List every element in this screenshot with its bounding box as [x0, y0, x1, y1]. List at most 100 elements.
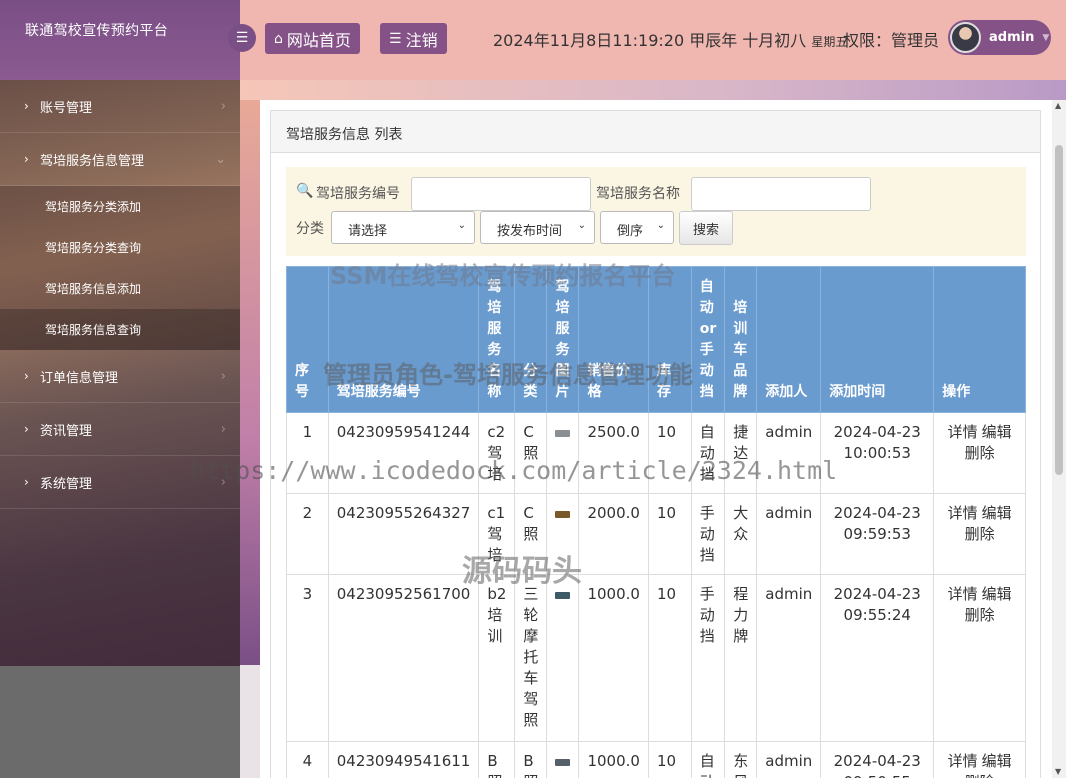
- sidebar-subitem-category-add[interactable]: 驾培服务分类添加: [0, 186, 240, 227]
- cell-code: 04230959541244: [327, 412, 480, 494]
- edit-link[interactable]: 编辑: [982, 752, 1012, 770]
- chevron-right-icon: ›: [220, 368, 226, 384]
- added-time: 09:59:53: [843, 525, 911, 543]
- col-header[interactable]: 培训车品牌: [724, 266, 758, 413]
- cell-name: c2驾培: [478, 412, 516, 494]
- sidebar-item-news[interactable]: › 资讯管理 ›: [0, 403, 240, 456]
- cell-added-time: 2024-04-23 09:55:24: [820, 574, 935, 742]
- service-thumbnail[interactable]: [555, 592, 571, 599]
- chevron-down-icon: ⌄: [457, 220, 466, 231]
- cell-name: B照: [478, 741, 516, 778]
- sidebar-item-system[interactable]: › 系统管理 ›: [0, 456, 240, 509]
- chevron-right-icon: ›: [24, 152, 29, 166]
- sidebar-menu: › 账号管理 › › 驾培服务信息管理 ⌄ 驾培服务分类添加 驾培服务分类查询 …: [0, 80, 240, 509]
- delete-link[interactable]: 删除: [965, 444, 995, 462]
- sidebar-item-account[interactable]: › 账号管理 ›: [0, 80, 240, 133]
- sidebar-item-label: 账号管理: [40, 100, 93, 116]
- scroll-up-icon[interactable]: ▲: [1055, 101, 1061, 110]
- code-label: 驾培服务编号: [316, 186, 400, 202]
- chevron-right-icon: ›: [24, 99, 29, 113]
- cell-brand: 东风: [724, 741, 758, 778]
- cell-image: [546, 412, 580, 494]
- cell-gear: 手动挡: [690, 493, 726, 575]
- datetime-display: 2024年11月8日11:19:20 甲辰年 十月初八 星期五: [493, 27, 847, 51]
- detail-link[interactable]: 详情: [948, 585, 978, 603]
- detail-link[interactable]: 详情: [948, 423, 978, 441]
- caret-down-icon: ▼: [1042, 32, 1050, 43]
- cell-gear: 手动挡: [690, 574, 726, 742]
- cell-added-by: admin: [756, 741, 822, 778]
- service-thumbnail[interactable]: [555, 759, 571, 766]
- top-header: ☰ ⌂ 网站首页 ☰ 注销 2024年11月8日11:19:20 甲辰年 十月初…: [228, 0, 1066, 80]
- cell-brand: 大众: [724, 493, 758, 575]
- cell-actions: 详情编辑删除: [933, 493, 1026, 575]
- delete-link[interactable]: 删除: [965, 606, 995, 624]
- cell-added-time: 2024-04-23 09:59:53: [820, 493, 935, 575]
- home-button[interactable]: ⌂ 网站首页: [265, 23, 360, 54]
- logout-button[interactable]: ☰ 注销: [380, 23, 447, 54]
- sidebar-item-training-service[interactable]: › 驾培服务信息管理 ⌄: [0, 133, 240, 186]
- cell-code: 04230955264327: [327, 493, 480, 575]
- cell-added-by: admin: [756, 574, 822, 742]
- sidebar-subitem-category-query[interactable]: 驾培服务分类查询: [0, 227, 240, 268]
- scrollbar-thumb[interactable]: [1055, 145, 1063, 475]
- cell-image: [546, 574, 580, 742]
- delete-link[interactable]: 删除: [965, 525, 995, 543]
- weekday-text: 星期五: [811, 35, 848, 49]
- col-header[interactable]: 序号: [286, 266, 329, 413]
- sidebar-subitem-service-add[interactable]: 驾培服务信息添加: [0, 268, 240, 309]
- col-header[interactable]: 添加人: [756, 266, 822, 413]
- col-header[interactable]: 自动or手动挡: [690, 266, 726, 413]
- cell-actions: 详情编辑删除: [933, 741, 1026, 778]
- cell-category: C照: [514, 412, 548, 494]
- sidebar: 联通驾校宣传预约平台 › 账号管理 › › 驾培服务信息管理 ⌄ 驾培服务分类添…: [0, 0, 240, 778]
- user-menu[interactable]: admin ▼: [948, 20, 1051, 55]
- col-header[interactable]: 驾培服务名称: [478, 266, 516, 413]
- chevron-right-icon: ›: [24, 422, 29, 436]
- cell-gear: 自动挡: [690, 741, 726, 778]
- code-input[interactable]: [411, 177, 591, 211]
- name-label: 驾培服务名称: [596, 186, 680, 202]
- sidebar-subitem-service-query[interactable]: 驾培服务信息查询: [0, 309, 240, 350]
- chevron-down-icon: ⌄: [215, 151, 226, 167]
- order-select[interactable]: 倒序 ⌄: [600, 211, 674, 244]
- search-button[interactable]: 搜索: [679, 211, 733, 245]
- header-gradient-band: [240, 80, 1066, 100]
- added-date: 2024-04-23: [833, 504, 921, 522]
- delete-link[interactable]: 删除: [965, 773, 995, 778]
- edit-link[interactable]: 编辑: [982, 585, 1012, 603]
- vertical-scrollbar[interactable]: ▲ ▼: [1052, 100, 1066, 778]
- cell-image: [546, 493, 580, 575]
- main-content: 驾培服务信息 列表 🔍 驾培服务编号 驾培服务名称 分类 请选择 ⌄ 按发布时间…: [260, 100, 1052, 778]
- home-icon: ⌂: [274, 30, 283, 47]
- col-header[interactable]: 库存: [647, 266, 692, 413]
- detail-link[interactable]: 详情: [948, 504, 978, 522]
- table-header-row: 序号 驾培服务编号 驾培服务名称 分类 驾培服务图片 销售价格 库存 自动or手…: [286, 266, 1026, 413]
- col-header[interactable]: 驾培服务图片: [546, 266, 580, 413]
- service-thumbnail[interactable]: [555, 511, 571, 518]
- table-row: 3 04230952561700 b2培训 三轮摩托车驾照 1000.0 10 手动挡 程力牌…: [286, 574, 1026, 742]
- edit-link[interactable]: 编辑: [982, 504, 1012, 522]
- col-header[interactable]: 分类: [514, 266, 548, 413]
- sort-select[interactable]: 按发布时间 ⌄: [480, 211, 595, 244]
- sidebar-item-orders[interactable]: › 订单信息管理 ›: [0, 350, 240, 403]
- added-date: 2024-04-23: [833, 585, 921, 603]
- cell-category: 三轮摩托车驾照: [514, 574, 548, 742]
- edit-link[interactable]: 编辑: [982, 423, 1012, 441]
- col-header[interactable]: 销售价格: [578, 266, 649, 413]
- chevron-right-icon: ›: [24, 475, 29, 489]
- col-header[interactable]: 添加时间: [820, 266, 935, 413]
- cell-added-by: admin: [756, 412, 822, 494]
- detail-link[interactable]: 详情: [948, 752, 978, 770]
- chevron-right-icon: ›: [220, 474, 226, 490]
- col-header[interactable]: 驾培服务编号: [327, 266, 480, 413]
- service-thumbnail[interactable]: [555, 430, 571, 437]
- bars-icon[interactable]: ☰: [228, 24, 256, 52]
- category-select[interactable]: 请选择 ⌄: [331, 211, 475, 244]
- cell-brand: 捷达: [724, 412, 758, 494]
- category-select-value: 请选择: [348, 224, 388, 239]
- cell-index: 1: [286, 412, 329, 494]
- name-input[interactable]: [691, 177, 871, 211]
- cell-gear: 自动挡: [690, 412, 726, 494]
- scroll-down-icon[interactable]: ▼: [1055, 767, 1061, 776]
